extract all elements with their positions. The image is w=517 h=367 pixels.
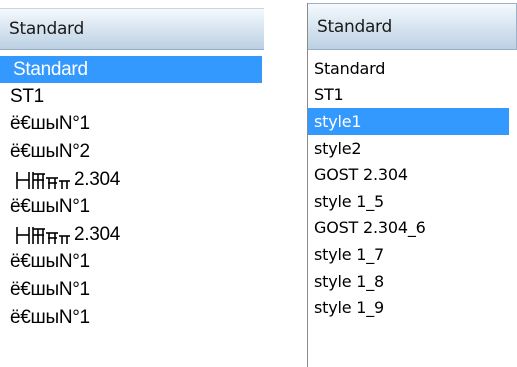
list-item-label: style 1_9 xyxy=(314,298,385,318)
list-item[interactable]: ё€шыN°1 xyxy=(0,276,264,304)
list-item-gost-2-304[interactable]: GOST 2.304 xyxy=(308,161,517,188)
list-item-standard[interactable]: Standard xyxy=(308,55,517,82)
list-item-label: ё€шыN°1 xyxy=(10,196,90,218)
left-style-combo[interactable]: Standard Standard ST1 ё€шыN°1 ё€шыN°2 2.… xyxy=(0,8,264,367)
list-item-label: style 1_8 xyxy=(314,271,385,291)
list-item-label: ё€шыN°1 xyxy=(10,278,90,300)
list-item-label: 2.304 xyxy=(74,168,121,190)
dropdown-list: Standard ST1 style1 style2 GOST 2.304 st… xyxy=(308,55,517,321)
combo-current-value: Standard xyxy=(9,19,84,39)
list-item-style1[interactable]: style1 xyxy=(308,108,509,135)
list-item-label: Standard xyxy=(314,58,386,78)
list-item[interactable]: ё€шыN°1 xyxy=(0,111,264,139)
garbled-glyph-icon xyxy=(14,169,72,191)
right-style-combo[interactable]: Standard Standard ST1 style1 style2 GOST… xyxy=(307,3,517,367)
list-item-label: 2.304 xyxy=(74,223,121,245)
list-item[interactable]: 2.304 xyxy=(0,221,264,249)
dropdown-list: Standard ST1 ё€шыN°1 ё€шыN°2 2.304 ё€шыN… xyxy=(0,56,264,331)
combo-header[interactable]: Standard xyxy=(308,3,517,50)
list-item-style-1-8[interactable]: style 1_8 xyxy=(308,268,517,295)
list-item-label: ё€шыN°1 xyxy=(10,113,90,135)
list-item-style2[interactable]: style2 xyxy=(308,135,517,162)
combo-header[interactable]: Standard xyxy=(0,8,264,50)
list-item-label: Standard xyxy=(13,58,88,80)
list-item-label: style2 xyxy=(314,138,362,158)
list-item-standard[interactable]: Standard xyxy=(0,56,262,83)
list-item[interactable]: ё€шыN°1 xyxy=(0,304,264,332)
list-item-label: style 1_7 xyxy=(314,244,385,264)
list-item-style-1-7[interactable]: style 1_7 xyxy=(308,241,517,268)
list-item-st1[interactable]: ST1 xyxy=(308,82,517,109)
list-item[interactable]: ё€шыN°1 xyxy=(0,249,264,277)
list-item-label: ё€шыN°1 xyxy=(10,306,90,328)
list-item[interactable]: ё€шыN°1 xyxy=(0,193,264,221)
list-item-label: GOST 2.304 xyxy=(314,165,408,185)
combo-current-value: Standard xyxy=(317,16,392,37)
list-item[interactable]: ё€шыN°2 xyxy=(0,138,264,166)
list-item-label: ST1 xyxy=(314,85,344,105)
garbled-glyph-icon xyxy=(14,224,72,246)
list-item-st1[interactable]: ST1 xyxy=(0,83,264,111)
list-item-label: ST1 xyxy=(10,85,44,107)
list-item[interactable]: 2.304 xyxy=(0,166,264,194)
list-item-label: ё€шыN°2 xyxy=(10,140,90,162)
list-item-label: ё€шыN°1 xyxy=(10,251,90,273)
list-item-label: GOST 2.304_6 xyxy=(314,218,426,238)
list-item-style-1-5[interactable]: style 1_5 xyxy=(308,188,517,215)
list-item-gost-2-304-6[interactable]: GOST 2.304_6 xyxy=(308,215,517,242)
list-item-label: style1 xyxy=(314,111,362,131)
list-item-style-1-9[interactable]: style 1_9 xyxy=(308,294,517,321)
list-item-label: style 1_5 xyxy=(314,191,385,211)
